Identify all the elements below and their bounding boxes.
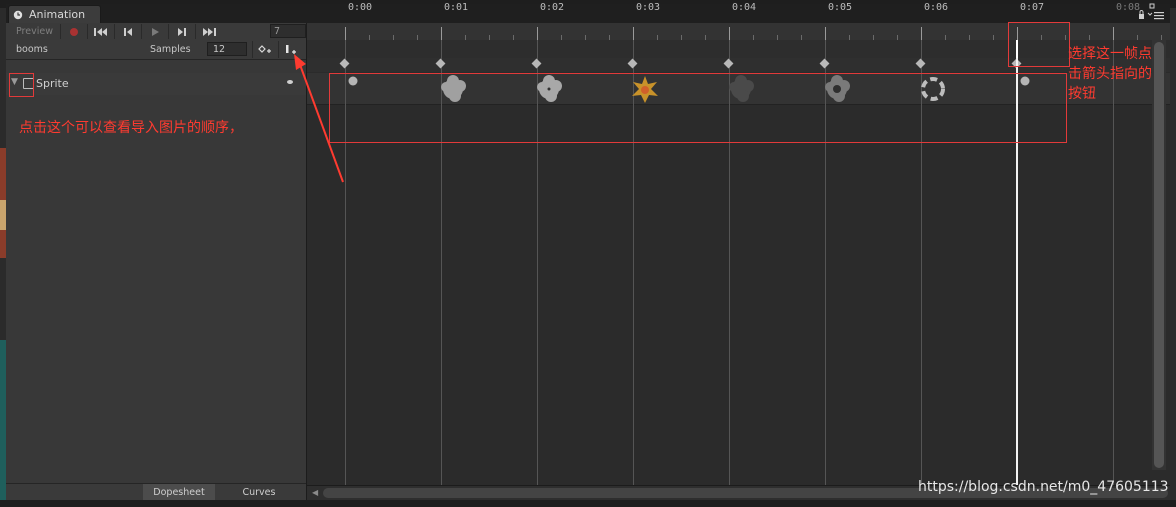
ruler-minor-tick	[705, 35, 706, 40]
ruler-major-tick	[1113, 27, 1114, 40]
ruler-tick-label: 0:08	[1116, 2, 1141, 13]
ruler-major-tick	[633, 27, 634, 40]
last-frame-button[interactable]	[195, 24, 222, 39]
prev-frame-button[interactable]	[114, 24, 141, 39]
ruler-minor-tick	[681, 35, 682, 40]
ruler-minor-tick	[561, 35, 562, 40]
tab-animation[interactable]: Animation	[8, 5, 101, 23]
ruler-tick-label: 0:03	[636, 2, 661, 13]
clock-icon	[13, 10, 23, 20]
ruler-minor-tick	[849, 35, 850, 40]
playback-toolbar: Preview 7	[6, 23, 306, 41]
ruler-minor-tick	[897, 35, 898, 40]
ruler-minor-tick	[777, 35, 778, 40]
vertical-scrollbar-thumb[interactable]	[1154, 42, 1164, 468]
window-controls[interactable]	[1136, 2, 1166, 22]
property-row[interactable]: ▼ Sprite	[6, 73, 306, 95]
ruler-tick-label: 0:06	[924, 2, 949, 13]
scroll-left-icon[interactable]: ◀	[312, 488, 318, 497]
ruler-major-tick	[441, 27, 442, 40]
ruler-minor-tick	[945, 35, 946, 40]
clip-selector[interactable]: booms	[16, 44, 48, 55]
frame-highlight-box	[1008, 22, 1070, 67]
ruler-minor-tick	[969, 35, 970, 40]
add-keyframe-icon	[258, 44, 271, 53]
ruler-minor-tick	[1089, 35, 1090, 40]
frame-gridline	[1113, 40, 1114, 485]
sprite-row-highlight-box	[329, 73, 1067, 143]
ruler-minor-tick	[1137, 35, 1138, 40]
right-annotation-line: 击箭头指向的	[1068, 66, 1152, 82]
record-icon	[70, 27, 78, 36]
ruler-major-tick	[537, 27, 538, 40]
right-annotation-line: 选择这一帧点	[1068, 46, 1152, 62]
tab-curves[interactable]: Curves	[217, 484, 301, 501]
ruler-tick-label: 0:00	[348, 2, 373, 13]
ruler-minor-tick	[801, 35, 802, 40]
bottom-strip	[0, 500, 1176, 507]
ruler-tick-label: 0:04	[732, 2, 757, 13]
clip-toolbar: booms Samples 12	[6, 40, 306, 60]
ruler-minor-tick	[489, 35, 490, 40]
ruler-tick-label: 0:05	[828, 2, 853, 13]
tab-dopesheet[interactable]: Dopesheet	[143, 484, 215, 501]
prev-frame-icon	[124, 27, 132, 36]
watermark: https://blog.csdn.net/m0_47605113	[918, 479, 1169, 495]
ruler-minor-tick	[585, 35, 586, 40]
record-button[interactable]	[60, 24, 87, 39]
ruler-minor-tick	[369, 35, 370, 40]
lock-menu-icon[interactable]	[1136, 2, 1166, 22]
annotation-arrow	[294, 54, 344, 183]
next-frame-icon	[178, 27, 186, 36]
preview-toggle[interactable]: Preview	[16, 26, 53, 37]
ruler-minor-tick	[873, 35, 874, 40]
add-keyframe-button[interactable]	[252, 41, 277, 58]
ruler-minor-tick	[465, 35, 466, 40]
ruler-minor-tick	[393, 35, 394, 40]
ruler-minor-tick	[657, 35, 658, 40]
play-button[interactable]	[141, 24, 168, 39]
play-icon	[152, 27, 159, 36]
ruler-minor-tick	[513, 35, 514, 40]
ruler-minor-tick	[609, 35, 610, 40]
tab-title: Animation	[29, 8, 86, 21]
ruler-minor-tick	[993, 35, 994, 40]
ruler-major-tick	[921, 27, 922, 40]
ruler-major-tick	[729, 27, 730, 40]
right-annotation: 选择这一帧点 击箭头指向的 按钮	[1068, 44, 1176, 104]
ruler-major-tick	[345, 27, 346, 40]
right-annotation-line: 按钮	[1068, 86, 1096, 102]
foldout-highlight-box	[9, 73, 34, 97]
left-annotation: 点击这个可以查看导入图片的顺序，	[19, 120, 243, 136]
ruler-tick-label: 0:01	[444, 2, 469, 13]
first-frame-icon	[94, 27, 107, 36]
property-panel	[6, 23, 307, 507]
first-frame-button[interactable]	[87, 24, 114, 39]
property-label-sprite: Sprite	[36, 77, 69, 90]
ruler-tick-label: 0:07	[1020, 2, 1045, 13]
ruler-minor-tick	[753, 35, 754, 40]
samples-field[interactable]: 12	[207, 42, 247, 56]
current-frame-field[interactable]: 7	[270, 24, 306, 38]
view-mode-tabs: Dopesheet Curves	[6, 483, 306, 501]
samples-label: Samples	[150, 44, 191, 55]
ruler-tick-label: 0:02	[540, 2, 565, 13]
next-frame-button[interactable]	[168, 24, 195, 39]
last-frame-icon	[203, 27, 216, 36]
tab-row	[6, 4, 1170, 23]
ruler-major-tick	[825, 27, 826, 40]
ruler-minor-tick	[417, 35, 418, 40]
